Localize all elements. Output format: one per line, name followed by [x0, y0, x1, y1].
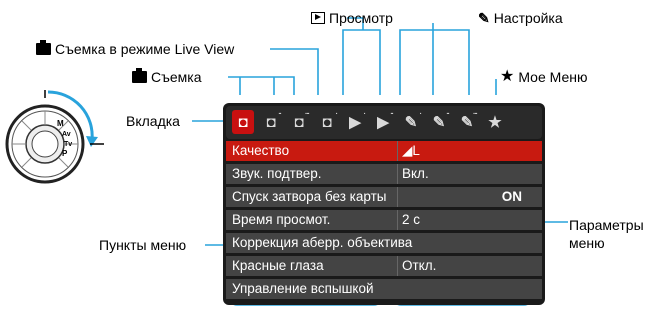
play-icon: [311, 12, 325, 24]
shooting-label: Съемка: [151, 69, 202, 85]
menu-item-value: Вкл.: [402, 166, 429, 181]
tab-index-dots: ···: [305, 111, 310, 118]
tab-camera-icon-3[interactable]: ◘ ···: [288, 110, 310, 134]
camera-icon: ◘: [294, 113, 304, 131]
tab-play-icon-5[interactable]: ▶ ·: [344, 110, 366, 134]
live-view-camera-icon: [36, 40, 51, 55]
menu-item-value: Откл.: [402, 258, 437, 273]
value-divider: [397, 164, 398, 184]
tab-index-dots: ··: [390, 111, 394, 118]
camera-icon: ◘: [238, 113, 248, 131]
svg-text:Tv: Tv: [64, 141, 72, 148]
menu-item[interactable]: Время просмот. 2 с: [226, 210, 542, 230]
shooting-callout: Съемка: [132, 68, 202, 85]
tab-camera-icon-1[interactable]: ◘: [232, 110, 254, 134]
menu-settings-label-1: Параметры: [569, 217, 644, 233]
camera-icon: [132, 68, 147, 83]
setup-label: Настройка: [493, 10, 563, 26]
tab-wrench-icon-7[interactable]: ✎ ·: [400, 110, 423, 134]
tab-camera-icon-2[interactable]: ◘ ··: [260, 110, 282, 134]
value-divider: [397, 210, 398, 230]
menu-item-label: Коррекция аберр. объектива: [232, 235, 413, 250]
menu-item-value: ◢L: [402, 143, 420, 158]
tab-play-icon-6[interactable]: ▶ ··: [372, 110, 394, 134]
wrench-icon: ✎: [404, 114, 418, 131]
my-menu-label: Мое Меню: [518, 69, 588, 85]
menu-item-label: Время просмот.: [232, 212, 331, 227]
mode-dial: M Av Tv P: [5, 90, 104, 184]
menu-item-label: Звук. подтвер.: [232, 166, 322, 181]
menu-item-label: Качество: [232, 143, 290, 158]
menu-item-value: 2 с: [402, 212, 421, 227]
playback-callout: Просмотр: [311, 10, 393, 26]
menu-settings-callout: Параметры меню: [569, 216, 644, 252]
svg-text:M: M: [57, 119, 64, 128]
star-icon: ★: [500, 68, 515, 85]
star-icon: ★: [488, 114, 502, 131]
menu-items-label: Пункты меню: [99, 237, 187, 253]
menu-items-callout: Пункты меню: [99, 237, 186, 253]
tab-index-dots: ··: [278, 111, 282, 118]
menu-item[interactable]: Красные глаза Откл.: [226, 256, 542, 276]
my-menu-callout: ★ Мое Меню: [500, 68, 588, 86]
tab-index-dots: ···: [473, 111, 478, 118]
tab-live-view-icon-4[interactable]: ◘ ·: [316, 110, 338, 134]
setup-callout: ✎ Настройка: [478, 10, 563, 26]
value-divider: [397, 187, 398, 207]
svg-text:Av: Av: [62, 131, 71, 138]
wrench-icon: ✎: [478, 10, 490, 26]
menu-settings-label-2: меню: [569, 235, 605, 251]
menu-item[interactable]: Звук. подтвер. Вкл.: [226, 164, 542, 184]
play-icon: ▶: [349, 114, 361, 131]
menu-item-label: Управление вспышкой: [232, 281, 374, 296]
live-view-label: Съемка в режиме Live View: [55, 41, 235, 57]
menu-tab-bar: ◘ ◘ ·· ◘ ··· ◘ · ▶ · ▶ ·· ✎ · ✎ ·· ✎ ··· ★: [226, 106, 542, 139]
playback-label: Просмотр: [329, 10, 393, 26]
camera-icon: ◘: [266, 113, 276, 131]
live-view-icon: ◘: [322, 113, 332, 131]
tab-index-dots: ·: [335, 111, 339, 118]
tab-index-dots: ·: [419, 111, 423, 118]
value-divider: [397, 141, 398, 161]
menu-item-label: Спуск затвора без карты: [232, 189, 387, 204]
tab-index-dots: ·: [363, 111, 367, 118]
menu-item[interactable]: Качество ◢L: [226, 141, 542, 161]
play-icon: ▶: [377, 114, 389, 131]
value-divider: [397, 256, 398, 276]
tab-callout: Вкладка: [126, 113, 180, 129]
wrench-icon: ✎: [460, 114, 474, 131]
menu-item[interactable]: Коррекция аберр. объектива: [226, 233, 542, 253]
menu-list: Качество ◢L Звук. подтвер. Вкл. Спуск затвор…: [226, 141, 542, 303]
menu-item[interactable]: Спуск затвора без карты ON: [226, 187, 542, 207]
tab-wrench-icon-8[interactable]: ✎ ··: [428, 110, 450, 134]
tab-label: Вкладка: [126, 113, 180, 129]
tab-index-dots: ··: [446, 111, 450, 118]
menu-item-label: Красные глаза: [232, 258, 324, 273]
tab-star-icon-10[interactable]: ★: [484, 110, 506, 134]
tab-wrench-icon-9[interactable]: ✎ ···: [456, 110, 478, 134]
menu-item[interactable]: Управление вспышкой: [226, 279, 542, 299]
menu-item-value: ON: [501, 189, 522, 204]
svg-text:P: P: [62, 149, 68, 158]
wrench-icon: ✎: [432, 114, 446, 131]
live-view-callout: Съемка в режиме Live View: [36, 40, 235, 57]
